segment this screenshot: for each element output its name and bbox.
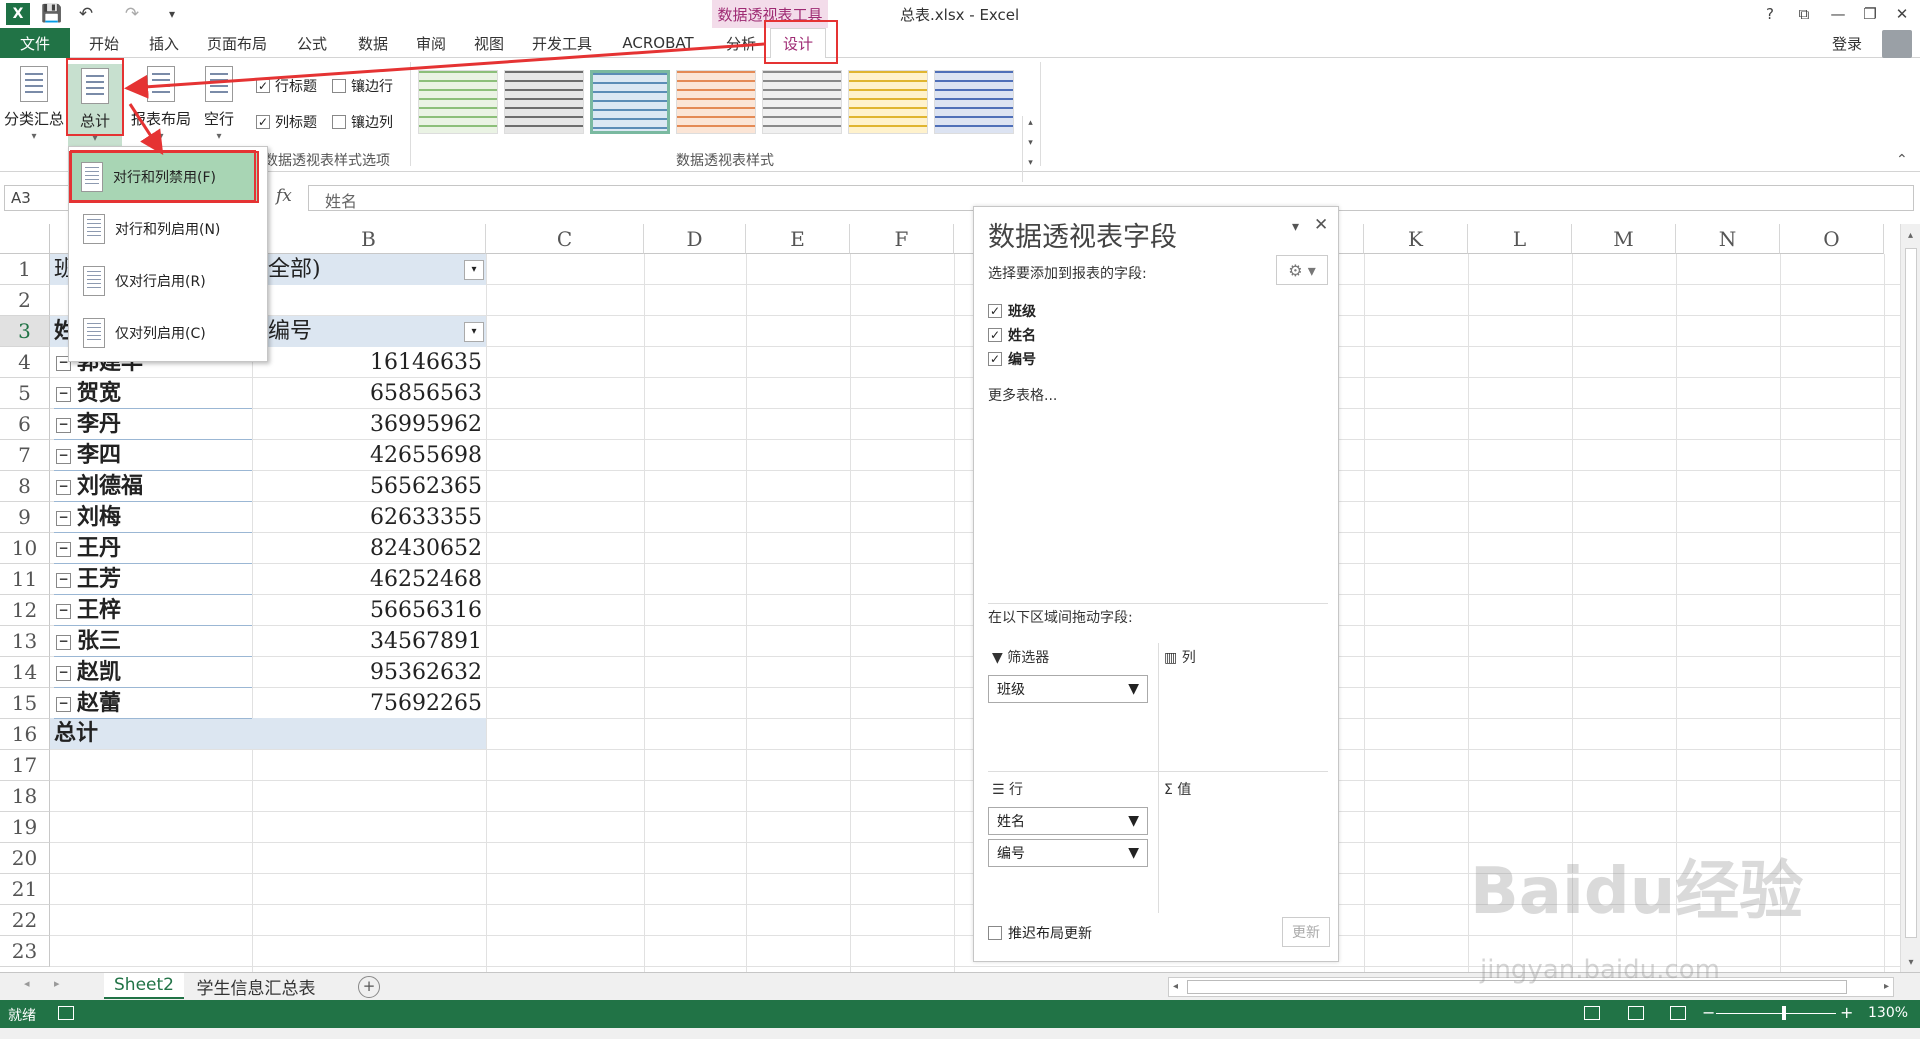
baidu-watermark-url: jingyan.baidu.com — [1480, 955, 1720, 985]
arrow-design-to-total — [124, 42, 765, 99]
excel-window: X 💾 ↶ ↷ ▾ 数据透视表工具 总表.xlsx - Excel ? ⧉ — … — [0, 0, 1920, 1039]
baidu-watermark-logo: Baidu经验 — [1470, 855, 1804, 929]
arrow-total-to-option — [128, 103, 164, 156]
